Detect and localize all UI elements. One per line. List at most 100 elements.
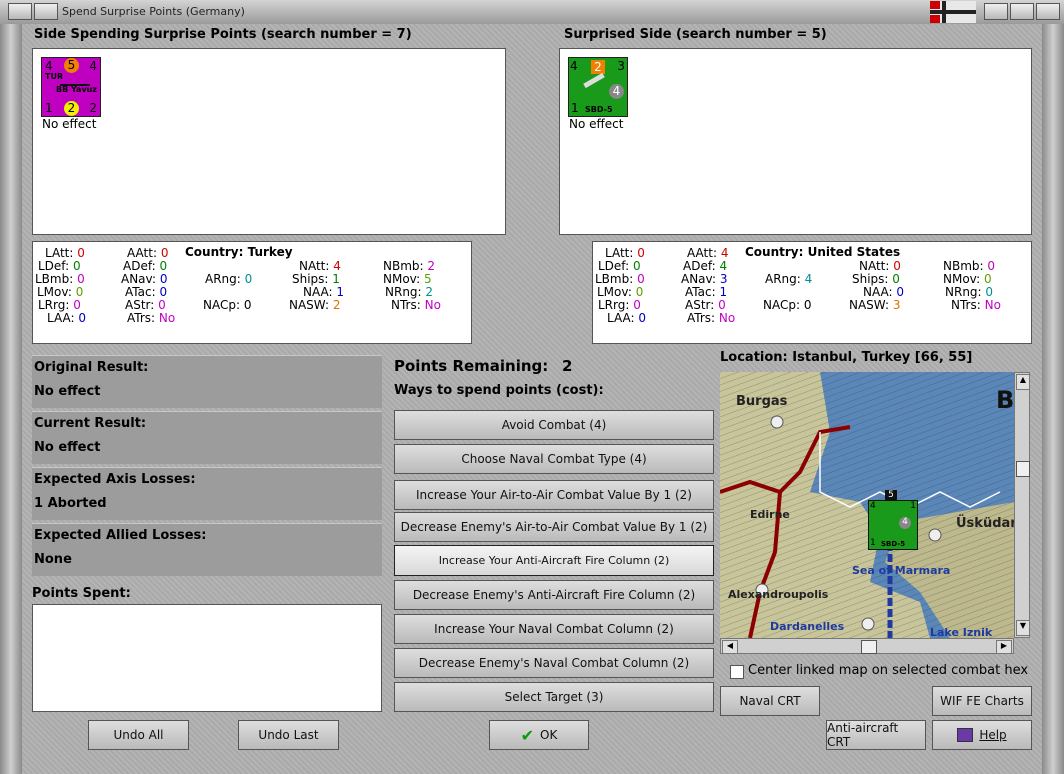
unit-counter-sbd-5[interactable]: 4 2 3 4 1 SBD-5 (568, 57, 628, 117)
scroll-thumb[interactable] (1016, 461, 1030, 477)
center-map-label: Center linked map on selected combat hex (748, 663, 1029, 678)
help-label: Help (979, 728, 1007, 742)
undo-all-button[interactable]: Undo All (88, 720, 189, 750)
stat-atrs: ATrs: No (687, 311, 736, 325)
scroll-down-icon[interactable]: ▼ (1016, 620, 1030, 636)
stat-latt: LAtt: 0 (45, 246, 85, 260)
help-book-icon (957, 728, 974, 742)
stat-natt: NAtt: 0 (859, 259, 901, 273)
right-frame (1042, 24, 1064, 774)
scroll-left-icon[interactable]: ◀ (722, 640, 738, 654)
stat-aatt: AAtt: 0 (127, 246, 169, 260)
map-label-alexandroupolis: Alexandroupolis (728, 588, 829, 601)
linked-map[interactable]: Burgas Edirne Üsküdar Sea of Marmara Ale… (720, 372, 1014, 638)
stat-naa: NAA: 0 (863, 285, 905, 299)
allied-losses-value: None (34, 552, 72, 567)
original-result-box: Original Result: No effect (32, 355, 382, 408)
stat-ships: Ships: 1 (292, 272, 340, 286)
points-remaining-label: Points Remaining: (394, 357, 549, 375)
map-label-burgas: Burgas (736, 394, 788, 409)
center-map-checkbox[interactable] (730, 665, 744, 679)
scroll-thumb[interactable] (861, 640, 877, 654)
axis-losses-label: Expected Axis Losses: (34, 472, 196, 487)
ok-label: OK (540, 728, 558, 742)
stat-ldef: LDef: 0 (598, 259, 641, 273)
german-flag-icon (930, 1, 976, 23)
map-label-lake: Lake Iznik (930, 626, 993, 638)
maximize-icon[interactable] (1010, 3, 1034, 20)
current-result-box: Current Result: No effect (32, 411, 382, 464)
stat-aatt: AAtt: 4 (687, 246, 729, 260)
scroll-up-icon[interactable]: ▲ (1016, 374, 1030, 390)
map-location-label: Location: Istanbul, Turkey [66, 55] (720, 350, 973, 365)
decrease-enemy-anti-aircraft-button[interactable]: Decrease Enemy's Anti-Aircraft Fire Colu… (394, 580, 714, 610)
stat-nacp: NACp: 0 (763, 298, 812, 312)
stat-ldef: LDef: 0 (38, 259, 81, 273)
decrease-enemy-air-to-air-button[interactable]: Decrease Enemy's Air-to-Air Combat Value… (394, 512, 714, 542)
stat-lmov: LMov: 0 (597, 285, 644, 299)
increase-naval-combat-button[interactable]: Increase Your Naval Combat Column (2) (394, 614, 714, 644)
map-horizontal-scrollbar[interactable]: ◀ ▶ (720, 638, 1014, 654)
stat-astr: AStr: 0 (125, 298, 166, 312)
counter-name: SBD-5 (585, 105, 613, 114)
stat-nmov: NMov: 0 (943, 272, 992, 286)
system-menu-icon[interactable] (8, 3, 32, 20)
map-vertical-scrollbar[interactable]: ▲ ▼ (1014, 372, 1030, 638)
counter-value: 4 (609, 84, 624, 99)
choose-naval-combat-type-button[interactable]: Choose Naval Combat Type (4) (394, 444, 714, 474)
help-button[interactable]: Help (932, 720, 1032, 750)
map-unit-stack[interactable]: 5 4 1 4 1 SBD-5 (868, 490, 918, 550)
axis-losses-value: 1 Aborted (34, 496, 107, 511)
defender-units-panel: 4 2 3 4 1 SBD-5 No effect (559, 48, 1032, 235)
counter-value: 1 (45, 101, 53, 115)
anti-aircraft-crt-button[interactable]: Anti-aircraft CRT (826, 720, 926, 750)
stat-nrng: NRng: 0 (945, 285, 994, 299)
stat-ntrs: NTrs: No (951, 298, 1001, 312)
unit-counter-bb-yavuz[interactable]: 4 5 4 TUR BB Yavuz 1 2 2 (41, 57, 101, 117)
stack-value: 4 (899, 517, 911, 529)
stat-adef: ADef: 0 (123, 259, 168, 273)
points-spent-list[interactable] (32, 604, 382, 712)
map-label-corner: B (996, 386, 1014, 414)
stat-ntrs: NTrs: No (391, 298, 441, 312)
ok-button[interactable]: ✔ OK (489, 720, 589, 750)
stat-lbmb: LBmb: 0 (35, 272, 85, 286)
counter-value: 4 (45, 59, 53, 73)
counter-value: 4 (89, 59, 97, 73)
attacker-unit-effect: No effect (42, 117, 97, 131)
stat-latt: LAtt: 0 (605, 246, 645, 260)
naval-crt-button[interactable]: Naval CRT (720, 686, 820, 716)
counter-name: BB Yavuz (56, 85, 98, 94)
close-icon[interactable] (1036, 3, 1060, 20)
counter-value: 2 (591, 60, 605, 74)
restore-icon[interactable] (34, 3, 58, 20)
stat-lrrg: LRrg: 0 (598, 298, 641, 312)
current-result-label: Current Result: (34, 416, 147, 431)
stat-adef: ADef: 4 (683, 259, 728, 273)
avoid-combat-button[interactable]: Avoid Combat (4) (394, 410, 714, 440)
increase-anti-aircraft-button[interactable]: Increase Your Anti-Aircraft Fire Column … (394, 545, 714, 576)
scroll-right-icon[interactable]: ▶ (996, 640, 1012, 654)
original-result-label: Original Result: (34, 360, 149, 375)
stat-lrrg: LRrg: 0 (38, 298, 81, 312)
stat-ships: Ships: 0 (852, 272, 900, 286)
wif-fe-charts-button[interactable]: WIF FE Charts (932, 686, 1032, 716)
undo-last-button[interactable]: Undo Last (238, 720, 339, 750)
stat-nasw: NASW: 3 (849, 298, 901, 312)
attacker-heading: Side Spending Surprise Points (search nu… (34, 27, 412, 42)
stat-atac: ATac: 0 (125, 285, 168, 299)
points-spent-label: Points Spent: (32, 586, 131, 601)
stat-atrs: ATrs: No (127, 311, 176, 325)
defender-stats-panel: LAtt: 0 LDef: 0 LBmb: 0 LMov: 0 LRrg: 0 … (592, 241, 1032, 344)
stat-laa: LAA: 0 (47, 311, 87, 325)
stat-nbmb: NBmb: 2 (383, 259, 436, 273)
counter-value: 4 (570, 59, 578, 73)
select-target-button[interactable]: Select Target (3) (394, 682, 714, 712)
current-result-value: No effect (34, 440, 101, 455)
increase-air-to-air-button[interactable]: Increase Your Air-to-Air Combat Value By… (394, 480, 714, 510)
minimize-icon[interactable] (984, 3, 1008, 20)
stat-anav: ANav: 0 (121, 272, 168, 286)
counter-value: 5 (64, 58, 79, 73)
title-bar: Spend Surprise Points (Germany) (0, 0, 1064, 25)
decrease-enemy-naval-combat-button[interactable]: Decrease Enemy's Naval Combat Column (2) (394, 648, 714, 678)
